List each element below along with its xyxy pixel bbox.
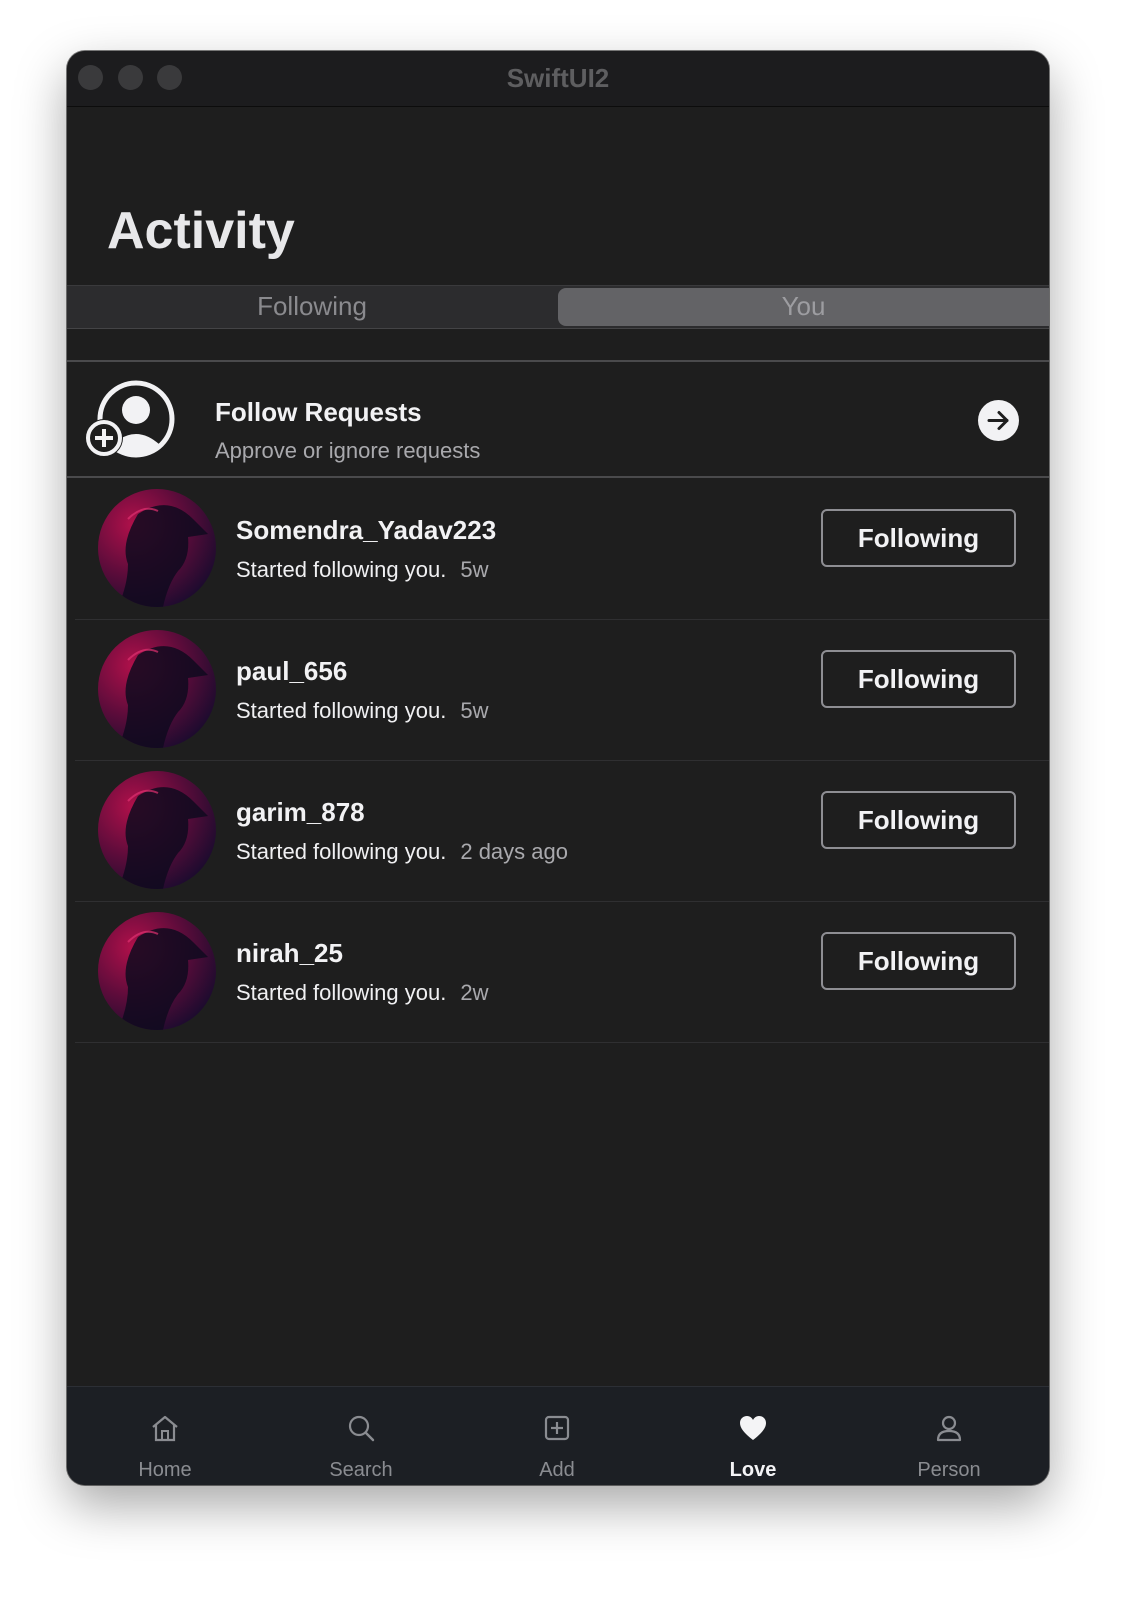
username[interactable]: nirah_25	[236, 938, 343, 969]
activity-message: Started following you. 5w	[236, 698, 489, 723]
tab-person[interactable]: Person	[851, 1387, 1047, 1485]
username[interactable]: garim_878	[236, 797, 365, 828]
username[interactable]: Somendra_Yadav223	[236, 515, 496, 546]
tab-label: Person	[917, 1459, 981, 1481]
tab-label: Home	[138, 1459, 192, 1481]
segment-following[interactable]: Following	[67, 286, 557, 328]
plus-square-icon	[542, 1413, 572, 1443]
avatar[interactable]	[98, 912, 216, 1030]
list-item: Somendra_Yadav223 Started following you.…	[75, 479, 1049, 620]
following-button[interactable]: Following	[821, 650, 1016, 708]
avatar[interactable]	[98, 771, 216, 889]
person-add-icon	[85, 379, 177, 463]
segment-you[interactable]: You	[558, 288, 1049, 326]
list-item: paul_656 Started following you. 5w Follow…	[75, 620, 1049, 761]
following-button[interactable]: Following	[821, 791, 1016, 849]
tab-label: Search	[329, 1459, 393, 1481]
house-icon	[150, 1413, 180, 1443]
list-item: garim_878 Started following you. 2 days a…	[75, 761, 1049, 902]
page-title: Activity	[107, 202, 295, 260]
follow-requests-row[interactable]: Follow Requests Approve or ignore reques…	[67, 363, 1049, 478]
tab-label: Love	[729, 1459, 777, 1481]
timestamp: 2 days ago	[460, 839, 568, 864]
follow-requests-title: Follow Requests	[215, 397, 422, 427]
activity-message: Started following you. 2 days ago	[236, 839, 568, 864]
tab-bar: Home Search Add Love Person	[67, 1386, 1049, 1485]
segmented-control: Following You	[67, 285, 1049, 329]
title-bar: SwiftUI2	[67, 51, 1049, 107]
activity-message: Started following you. 2w	[236, 980, 489, 1005]
divider	[67, 476, 1049, 478]
tab-add[interactable]: Add	[459, 1387, 655, 1485]
following-button[interactable]: Following	[821, 932, 1016, 990]
person-icon	[934, 1413, 964, 1443]
arrow-right-circle-icon[interactable]	[978, 400, 1019, 441]
avatar[interactable]	[98, 630, 216, 748]
list-item: nirah_25 Started following you. 2w Follow…	[75, 902, 1049, 1043]
follow-requests-subtitle: Approve or ignore requests	[215, 438, 481, 463]
avatar[interactable]	[98, 489, 216, 607]
window-title: SwiftUI2	[506, 63, 610, 93]
heart-icon	[738, 1413, 768, 1443]
magnifier-icon	[346, 1413, 376, 1443]
timestamp: 5w	[460, 698, 489, 723]
tab-home[interactable]: Home	[67, 1387, 263, 1485]
following-button[interactable]: Following	[821, 509, 1016, 567]
username[interactable]: paul_656	[236, 656, 347, 687]
tab-love[interactable]: Love	[655, 1387, 851, 1485]
divider	[67, 360, 1049, 362]
tab-label: Add	[539, 1459, 575, 1481]
activity-message: Started following you. 5w	[236, 557, 489, 582]
timestamp: 2w	[460, 980, 489, 1005]
timestamp: 5w	[460, 557, 489, 582]
app-window: SwiftUI2 Activity Following You Follow R…	[67, 51, 1049, 1485]
tab-search[interactable]: Search	[263, 1387, 459, 1485]
